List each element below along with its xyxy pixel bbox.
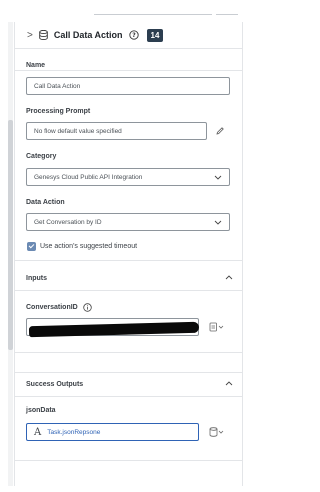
expression-mode-button[interactable]	[205, 318, 229, 336]
divider	[94, 14, 212, 15]
category-select[interactable]: Genesys Cloud Public API Integration	[26, 168, 230, 186]
data-action-select[interactable]: Get Conversation by ID	[26, 213, 230, 231]
top-strip	[0, 0, 247, 22]
success-outputs-section-label: Success Outputs	[26, 380, 84, 388]
divider	[15, 290, 242, 291]
json-data-input[interactable]: A Task.jsonRepsone	[26, 423, 199, 441]
step-number-badge: 14	[146, 28, 164, 42]
edit-prompt-button[interactable]	[210, 122, 230, 140]
pencil-icon	[216, 127, 224, 135]
variable-icon: A	[34, 426, 42, 438]
divider	[15, 372, 242, 373]
chevron-down-icon	[214, 175, 222, 180]
panel-title: Call Data Action	[53, 30, 123, 40]
scrollbar-thumb[interactable]	[8, 120, 13, 350]
data-action-value: Get Conversation by ID	[34, 218, 102, 226]
category-value: Genesys Cloud Public API Integration	[34, 173, 143, 181]
chevron-up-icon	[225, 381, 233, 386]
variable-type-button[interactable]	[205, 423, 229, 441]
chevron-up-icon	[225, 275, 233, 280]
panel-header: > Call Data Action ? 14	[15, 22, 242, 48]
name-label: Name	[26, 62, 46, 69]
help-icon[interactable]: ?	[128, 30, 139, 40]
divider	[15, 396, 242, 397]
timeout-checkbox-row[interactable]: Use action's suggested timeout	[27, 242, 137, 251]
divider	[15, 352, 242, 353]
processing-prompt-label: Processing Prompt	[26, 108, 91, 115]
conversation-id-label: ConversationID	[26, 304, 78, 311]
chevron-right-icon[interactable]: >	[27, 30, 33, 41]
svg-text:?: ?	[132, 32, 136, 39]
redacted-value	[28, 321, 200, 338]
divider	[15, 460, 242, 461]
properties-panel: > Call Data Action ? 14 Name Call Data A…	[14, 22, 243, 486]
conversation-id-input[interactable]	[26, 318, 200, 338]
divider	[15, 70, 242, 71]
divider	[15, 260, 242, 261]
timeout-checkbox[interactable]	[27, 242, 36, 251]
category-label: Category	[26, 153, 57, 160]
name-input[interactable]: Call Data Action	[26, 77, 230, 95]
inputs-section-header[interactable]: Inputs	[15, 268, 242, 288]
database-icon	[39, 30, 48, 40]
json-data-label: jsonData	[26, 407, 56, 414]
divider	[216, 14, 238, 15]
json-data-value: Task.jsonRepsone	[47, 428, 101, 436]
chevron-down-icon	[214, 220, 222, 225]
inputs-section-label: Inputs	[26, 274, 47, 282]
divider	[15, 48, 242, 49]
database-icon	[209, 427, 224, 437]
data-action-label: Data Action	[26, 199, 65, 206]
processing-prompt-input[interactable]: No flow default value specified	[26, 122, 207, 140]
info-icon	[83, 303, 92, 312]
success-outputs-section-header[interactable]: Success Outputs	[15, 374, 242, 394]
timeout-label: Use action's suggested timeout	[40, 243, 138, 250]
document-icon	[209, 322, 224, 332]
conversation-id-label-row: ConversationID	[26, 303, 92, 312]
